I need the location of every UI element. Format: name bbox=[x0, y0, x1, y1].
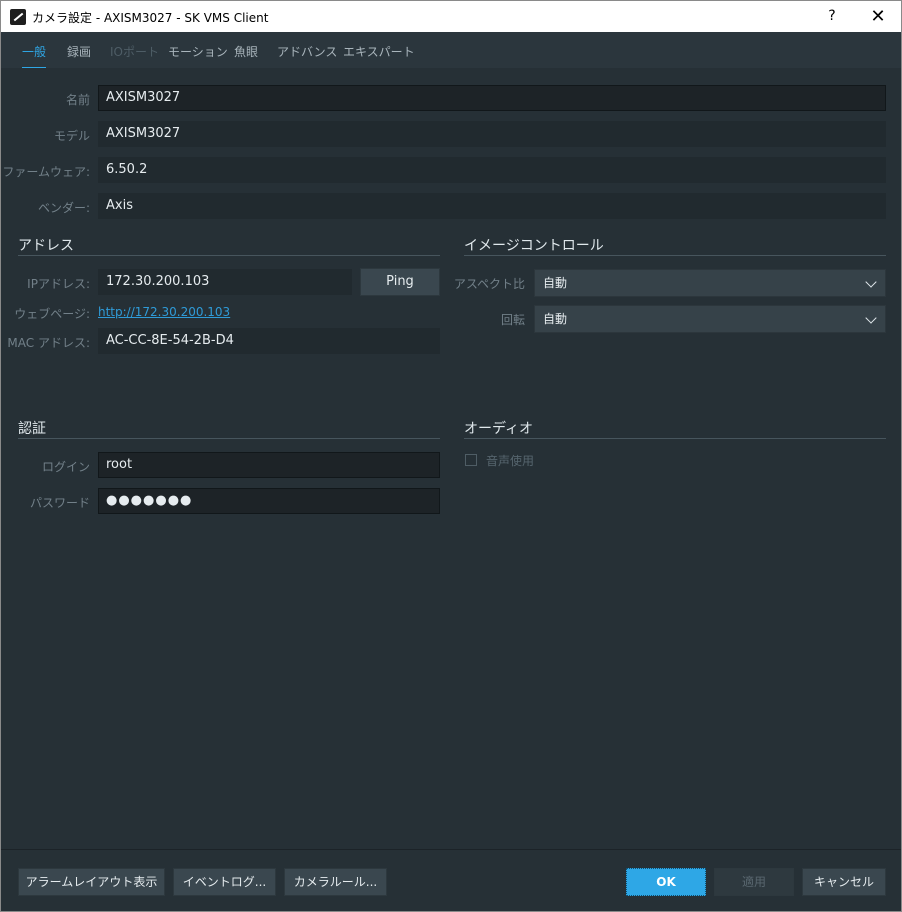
aspect-ratio-value: 自動 bbox=[543, 276, 568, 290]
aspect-ratio-select[interactable]: 自動 bbox=[534, 269, 886, 297]
ip-address-label: IPアドレス: bbox=[27, 277, 90, 291]
password-field[interactable]: ●●●●●●● bbox=[98, 488, 440, 514]
tab-advanced[interactable]: アドバンス bbox=[277, 43, 337, 60]
auth-section-title: 認証 bbox=[18, 421, 46, 437]
firmware-label: ファームウェア: bbox=[2, 165, 90, 179]
login-label: ログイン bbox=[41, 460, 90, 474]
window-title: カメラ設定 - AXISM3027 - SK VMS Client bbox=[32, 11, 269, 25]
name-label: 名前 bbox=[65, 93, 90, 107]
password-label: パスワード bbox=[29, 496, 90, 510]
tab-bar: 一般 録画 IOポート モーション 魚眼 アドバンス エキスパート bbox=[1, 32, 901, 68]
chevron-down-icon bbox=[865, 312, 877, 324]
audio-enable-checkbox[interactable] bbox=[465, 454, 477, 466]
help-button[interactable]: ? bbox=[809, 1, 855, 32]
close-button[interactable]: ✕ bbox=[855, 1, 901, 32]
web-page-link[interactable]: http://172.30.200.103 bbox=[98, 305, 230, 319]
alarm-layout-button[interactable]: アラームレイアウト表示 bbox=[18, 868, 165, 896]
mac-address-label: MAC アドレス: bbox=[7, 336, 90, 350]
audio-divider bbox=[464, 438, 886, 439]
tab-motion[interactable]: モーション bbox=[168, 43, 228, 60]
vendor-field: Axis bbox=[98, 193, 886, 219]
rotation-select[interactable]: 自動 bbox=[534, 305, 886, 333]
image-control-section-title: イメージコントロール bbox=[464, 238, 604, 254]
ping-button[interactable]: Ping bbox=[360, 268, 440, 296]
image-control-divider bbox=[464, 255, 886, 256]
address-section-title: アドレス bbox=[18, 238, 74, 254]
auth-divider bbox=[18, 438, 440, 439]
audio-enable-label: 音声使用 bbox=[486, 454, 535, 468]
camera-rules-button[interactable]: カメラルール... bbox=[284, 868, 387, 896]
dialog-footer: アラームレイアウト表示 イベントログ... カメラルール... OK 適用 キャ… bbox=[1, 849, 901, 911]
tab-expert[interactable]: エキスパート bbox=[343, 43, 415, 60]
tab-general[interactable]: 一般 bbox=[22, 43, 46, 60]
ip-address-field: 172.30.200.103 bbox=[98, 269, 352, 295]
web-page-label: ウェブページ: bbox=[14, 307, 90, 321]
login-field[interactable]: root bbox=[98, 452, 440, 478]
firmware-field: 6.50.2 bbox=[98, 157, 886, 183]
apply-button[interactable]: 適用 bbox=[714, 868, 794, 896]
vendor-label: ベンダー: bbox=[37, 201, 90, 215]
model-field: AXISM3027 bbox=[98, 121, 886, 147]
tab-fisheye[interactable]: 魚眼 bbox=[234, 43, 258, 60]
rotation-value: 自動 bbox=[543, 312, 568, 326]
event-log-button[interactable]: イベントログ... bbox=[173, 868, 276, 896]
model-label: モデル bbox=[53, 129, 90, 143]
name-field[interactable]: AXISM3027 bbox=[98, 85, 886, 111]
ok-button[interactable]: OK bbox=[626, 868, 706, 896]
general-tab-content: 名前 AXISM3027 モデル AXISM3027 ファームウェア: 6.50… bbox=[1, 68, 901, 849]
tab-io-ports[interactable]: IOポート bbox=[110, 43, 159, 60]
tab-recording[interactable]: 録画 bbox=[67, 43, 91, 60]
camera-settings-dialog: カメラ設定 - AXISM3027 - SK VMS Client ? ✕ 一般… bbox=[0, 0, 902, 912]
mac-address-field: AC-CC-8E-54-2B-D4 bbox=[98, 328, 440, 354]
cancel-button[interactable]: キャンセル bbox=[802, 868, 886, 896]
rotation-label: 回転 bbox=[500, 313, 525, 327]
chevron-down-icon bbox=[865, 276, 877, 288]
app-icon bbox=[10, 9, 26, 25]
audio-section-title: オーディオ bbox=[464, 421, 534, 437]
aspect-ratio-label: アスペクト比 bbox=[453, 277, 525, 291]
address-divider bbox=[18, 255, 440, 256]
title-bar: カメラ設定 - AXISM3027 - SK VMS Client ? ✕ bbox=[1, 1, 901, 32]
